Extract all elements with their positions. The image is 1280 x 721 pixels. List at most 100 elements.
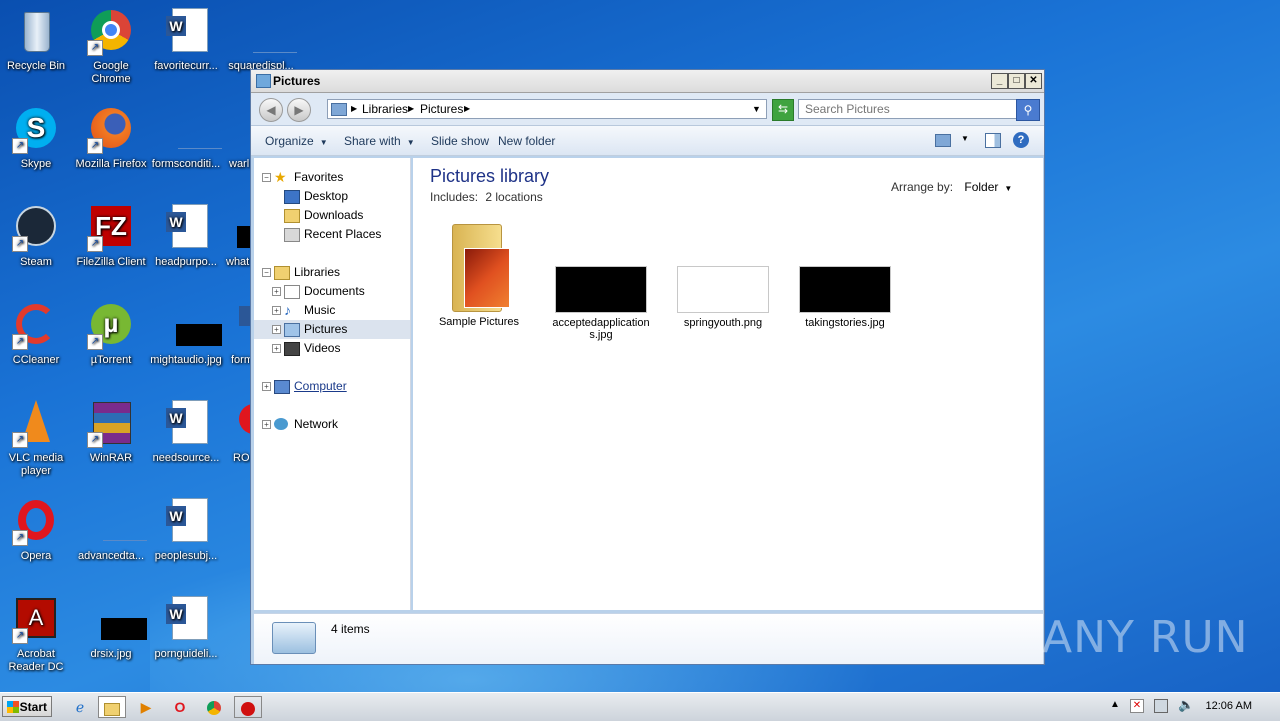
nav-libraries[interactable]: − Libraries <box>254 263 410 282</box>
network-tray-icon[interactable] <box>1154 699 1168 713</box>
dropdown-arrow-icon: ▼ <box>319 138 328 147</box>
crumb-separator-icon[interactable]: ▶ <box>351 100 357 118</box>
nav-favorites[interactable]: − ★ Favorites <box>254 168 410 187</box>
expand-icon[interactable]: + <box>272 325 281 334</box>
desktop-icon-needsource[interactable]: W needsource... <box>148 400 224 465</box>
desktop-icon-firefox[interactable]: ↗ Mozilla Firefox <box>73 106 149 171</box>
arrange-by-label: Arrange by: <box>891 180 954 194</box>
address-bar[interactable]: ▶ Libraries ▶ Pictures ▶ ▼ <box>327 99 767 119</box>
desktop-icon-ro[interactable]: RO... <box>223 400 250 465</box>
taskbar-media-player-icon[interactable]: ▶ <box>132 696 160 718</box>
desktop-icon-form[interactable]: form... <box>223 302 250 367</box>
preview-pane-icon[interactable] <box>985 133 1001 148</box>
desktop-icon-drsix[interactable]: drsix.jpg <box>73 596 149 661</box>
file-item-takingstories[interactable]: takingstories.jpg <box>793 266 897 329</box>
expand-icon[interactable]: + <box>272 306 281 315</box>
nav-pictures[interactable]: + Pictures <box>254 320 410 339</box>
collapse-icon[interactable]: − <box>262 173 271 182</box>
minimize-button[interactable]: _ <box>991 73 1008 89</box>
crumb-separator-icon[interactable]: ▶ <box>408 100 414 118</box>
nav-pictures-label: Pictures <box>304 322 348 336</box>
image-thumbnail-icon <box>162 302 222 350</box>
nav-downloads[interactable]: Downloads <box>254 206 410 225</box>
windows-logo-icon <box>7 701 19 713</box>
nav-music[interactable]: + ♪ Music <box>254 301 410 320</box>
organize-menu[interactable]: Organize ▼ <box>265 134 328 148</box>
forward-button[interactable]: ▶ <box>287 98 311 122</box>
desktop-icon-warl[interactable]: warl... <box>223 106 250 171</box>
desktop-icon-filezilla[interactable]: FZ ↗ FileZilla Client <box>73 204 149 269</box>
nav-network[interactable]: + Network <box>254 415 410 434</box>
arrange-by-dropdown[interactable]: Folder ▼ <box>964 180 1012 194</box>
nav-videos[interactable]: + Videos <box>254 339 410 358</box>
desktop-icon-vlc[interactable]: ↗ VLC media player <box>0 400 74 478</box>
refresh-button[interactable]: ⇆ <box>772 99 794 121</box>
desktop-icon-formsconditi[interactable]: formsconditi... <box>148 106 224 171</box>
expand-icon[interactable]: + <box>262 382 271 391</box>
clock[interactable]: 12:06 AM <box>1206 700 1252 712</box>
nav-recent-places[interactable]: Recent Places <box>254 225 410 244</box>
new-folder-button[interactable]: New folder <box>498 134 555 148</box>
search-input[interactable] <box>805 101 1015 117</box>
nav-desktop[interactable]: Desktop <box>254 187 410 206</box>
slide-show-button[interactable]: Slide show <box>431 134 489 148</box>
start-button[interactable]: Start <box>2 696 52 717</box>
pictures-folder-icon <box>256 74 271 88</box>
file-item-sample-pictures[interactable]: Sample Pictures <box>427 220 531 328</box>
search-icon[interactable]: ⚲ <box>1016 99 1040 121</box>
search-box[interactable]: ⚲ <box>798 99 1040 121</box>
taskbar-ie-icon[interactable]: ℯ <box>66 696 94 718</box>
shortcut-arrow-icon: ↗ <box>12 236 28 252</box>
maximize-button[interactable]: □ <box>1008 73 1025 89</box>
desktop-icon-pornguideli[interactable]: W pornguideli... <box>148 596 224 661</box>
title-bar[interactable]: Pictures _ □ ✕ <box>251 70 1044 93</box>
share-with-menu[interactable]: Share with ▼ <box>344 134 415 148</box>
help-icon[interactable]: ? <box>1013 132 1029 148</box>
back-button[interactable]: ◀ <box>259 98 283 122</box>
desktop-icon-recycle-bin[interactable]: Recycle Bin <box>0 8 74 73</box>
crumb-libraries[interactable]: Libraries <box>362 100 408 118</box>
address-dropdown-icon[interactable]: ▼ <box>752 100 761 118</box>
desktop-icon-opera[interactable]: ↗ Opera <box>0 498 74 563</box>
pictures-icon <box>284 323 300 337</box>
word-document-icon <box>223 302 250 350</box>
desktop-icon-mightaudio[interactable]: mightaudio.jpg <box>148 302 224 367</box>
expand-icon[interactable]: + <box>272 287 281 296</box>
collapse-icon[interactable]: − <box>262 268 271 277</box>
expand-icon[interactable]: + <box>272 344 281 353</box>
desktop-icon-squaredispl[interactable]: squaredispl... <box>223 8 299 73</box>
desktop-icon-steam[interactable]: ↗ Steam <box>0 204 74 269</box>
folder-icon <box>444 220 514 312</box>
crumb-separator-icon[interactable]: ▶ <box>464 100 470 118</box>
desktop-icon-skype[interactable]: S ↗ Skype <box>0 106 74 171</box>
expand-icon[interactable]: + <box>262 420 271 429</box>
desktop-icon-winrar[interactable]: ↗ WinRAR <box>73 400 149 465</box>
close-button[interactable]: ✕ <box>1025 73 1042 89</box>
volume-icon[interactable]: 🔈 <box>1178 697 1194 713</box>
includes-locations-link[interactable]: 2 locations <box>485 190 542 204</box>
nav-computer[interactable]: + Computer <box>254 377 410 396</box>
taskbar-red-app-icon[interactable] <box>234 696 262 718</box>
taskbar-opera-icon[interactable]: O <box>166 696 194 718</box>
crumb-pictures[interactable]: Pictures <box>420 100 463 118</box>
file-item-acceptedapplications[interactable]: acceptedapplications.jpg <box>549 266 653 341</box>
desktop-icon-advancedta[interactable]: advancedta... <box>73 498 149 563</box>
desktop-icon-utorrent[interactable]: µ ↗ µTorrent <box>73 302 149 367</box>
taskbar-chrome-icon[interactable] <box>200 696 228 718</box>
show-hidden-icons-button[interactable]: ▲ <box>1110 699 1120 710</box>
desktop-icon-headpurpo[interactable]: W headpurpo... <box>148 204 224 269</box>
desktop-icon-favoritecurr[interactable]: W favoritecurr... <box>148 8 224 73</box>
desktop-icon-acrobat[interactable]: A ↗ Acrobat Reader DC <box>0 596 74 674</box>
file-item-springyouth[interactable]: springyouth.png <box>671 266 775 329</box>
desktop-icon-what[interactable]: what... <box>223 204 250 269</box>
nav-videos-label: Videos <box>304 341 341 355</box>
desktop-icon-ccleaner[interactable]: ↗ CCleaner <box>0 302 74 367</box>
nav-documents[interactable]: + Documents <box>254 282 410 301</box>
blank-file-icon <box>237 8 297 56</box>
action-center-flag-icon[interactable]: ✕ <box>1130 699 1144 713</box>
view-dropdown-icon[interactable]: ▼ <box>961 134 969 143</box>
desktop-icon-peoplesubj[interactable]: W peoplesubj... <box>148 498 224 563</box>
taskbar-explorer-icon[interactable] <box>98 696 126 718</box>
desktop-icon-chrome[interactable]: ↗ Google Chrome <box>73 8 149 86</box>
change-view-icon[interactable] <box>935 134 951 147</box>
